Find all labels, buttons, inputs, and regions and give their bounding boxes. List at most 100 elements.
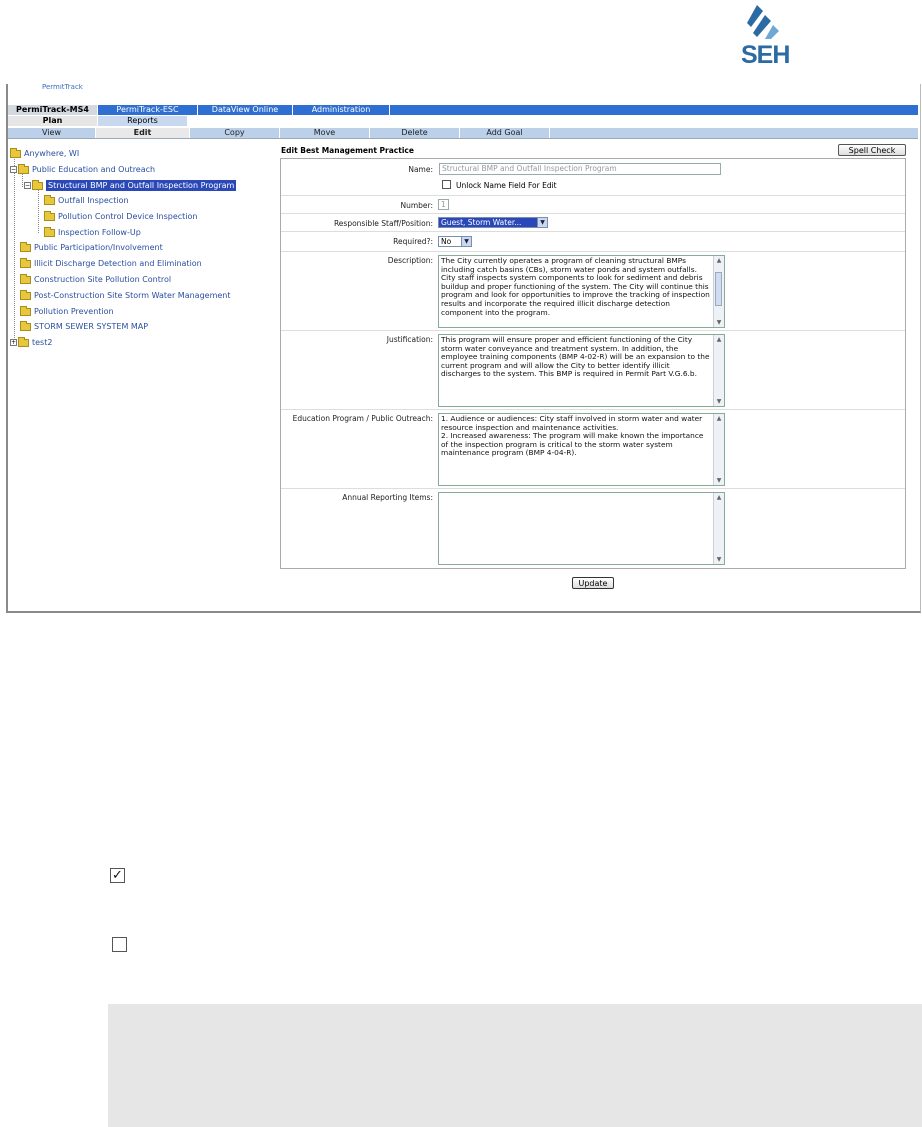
scroll-thumb[interactable]	[715, 272, 722, 306]
scroll-down-icon[interactable]: ▼	[714, 555, 724, 564]
logo-text: SEH	[741, 41, 790, 69]
folder-icon	[20, 273, 31, 284]
action-view[interactable]: View	[8, 128, 96, 138]
number-field[interactable]: 1	[438, 199, 449, 210]
form-title: Edit Best Management Practice	[281, 146, 414, 155]
tree-item-public-education[interactable]: − Public Education and Outreach	[10, 163, 156, 175]
action-copy[interactable]: Copy	[190, 128, 280, 138]
tree-item-post-construction[interactable]: Post-Construction Site Storm Water Manag…	[20, 289, 231, 301]
staff-row: Responsible Staff/Position: Guest, Storm…	[281, 214, 905, 232]
tab-permitrack-esc[interactable]: PermiTrack-ESC	[98, 105, 198, 115]
scroll-down-icon[interactable]: ▼	[714, 476, 724, 485]
folder-icon	[20, 320, 31, 331]
tree-item-label: Illicit Discharge Detection and Eliminat…	[34, 259, 202, 268]
brand-partial: PermitTrack	[42, 84, 83, 90]
tree-item-test2[interactable]: + test2	[10, 336, 53, 348]
tree-item-label: Public Education and Outreach	[32, 165, 156, 174]
tree-item-structural-bmp[interactable]: − Structural BMP and Outfall Inspection …	[24, 179, 237, 191]
tree-item-outfall-inspection[interactable]: Outfall Inspection	[44, 194, 129, 206]
education-text-line1: 1. Audience or audiences: City staff inv…	[441, 414, 703, 432]
description-textarea[interactable]: The City currently operates a program of…	[438, 255, 725, 328]
scroll-up-icon[interactable]: ▲	[714, 493, 724, 502]
action-delete[interactable]: Delete	[370, 128, 460, 138]
staff-select[interactable]: Guest, Storm Water... ▼	[438, 217, 548, 228]
tree-item-public-participation[interactable]: Public Participation/Involvement	[20, 241, 163, 253]
name-label: Name:	[408, 165, 433, 174]
description-label: Description:	[387, 256, 433, 265]
education-row: Education Program / Public Outreach: 1. …	[281, 410, 905, 489]
tree-item-construction-site[interactable]: Construction Site Pollution Control	[20, 273, 172, 285]
folder-icon	[44, 226, 55, 237]
scroll-up-icon[interactable]: ▲	[714, 414, 724, 423]
justification-textarea[interactable]: This program will ensure proper and effi…	[438, 334, 725, 407]
tree-item-illicit-discharge[interactable]: Illicit Discharge Detection and Eliminat…	[20, 257, 202, 269]
tree-item-pollution-control-device[interactable]: Pollution Control Device Inspection	[44, 210, 198, 222]
tab-permitrack-ms4[interactable]: PermiTrack-MS4	[8, 105, 98, 115]
tree-item-pollution-prevention[interactable]: Pollution Prevention	[20, 305, 114, 317]
seh-logo: SEH	[741, 5, 790, 69]
number-label: Number:	[400, 201, 433, 210]
annual-textarea[interactable]: ▲ ▼	[438, 492, 725, 565]
folder-icon	[20, 241, 31, 252]
required-select[interactable]: No ▼	[438, 236, 472, 247]
action-move[interactable]: Move	[280, 128, 370, 138]
tree-item-label: Public Participation/Involvement	[34, 243, 163, 252]
tree-item-label: Pollution Prevention	[34, 307, 114, 316]
tree-item-label: Pollution Control Device Inspection	[58, 212, 198, 221]
tree-item-inspection-follow-up[interactable]: Inspection Follow-Up	[44, 226, 141, 238]
folder-icon	[32, 179, 43, 190]
folder-icon	[20, 289, 31, 300]
scroll-up-icon[interactable]: ▲	[714, 256, 724, 265]
tab-administration[interactable]: Administration	[293, 105, 390, 115]
tree-item-label: test2	[32, 338, 53, 347]
tab-reports[interactable]: Reports	[98, 116, 188, 126]
spell-check-button[interactable]: Spell Check	[838, 144, 906, 156]
collapse-icon[interactable]: −	[10, 166, 17, 173]
annual-label: Annual Reporting Items:	[342, 493, 433, 502]
tree-item-label: Inspection Follow-Up	[58, 228, 141, 237]
chevron-down-icon: ▼	[461, 237, 471, 246]
product-tabs: PermiTrack-MS4 PermiTrack-ESC DataView O…	[8, 105, 918, 115]
scroll-up-icon[interactable]: ▲	[714, 335, 724, 344]
description-scrollbar[interactable]: ▲ ▼	[713, 256, 724, 327]
tree-item-label: Post-Construction Site Storm Water Manag…	[34, 291, 231, 300]
scroll-down-icon[interactable]: ▼	[714, 318, 724, 327]
chevron-down-icon: ▼	[537, 218, 547, 227]
unlock-name-checkbox[interactable]	[442, 180, 451, 189]
action-bar: View Edit Copy Move Delete Add Goal	[8, 128, 918, 139]
required-select-value: No	[441, 237, 452, 246]
tab-plan[interactable]: Plan	[8, 116, 98, 126]
module-tabs: Plan Reports	[8, 116, 918, 126]
tree-item-storm-sewer-map[interactable]: STORM SEWER SYSTEM MAP	[20, 320, 148, 332]
education-scrollbar[interactable]: ▲ ▼	[713, 414, 724, 485]
tree-item-label: Outfall Inspection	[58, 196, 129, 205]
number-row: Number: 1	[281, 196, 905, 214]
action-add-goal[interactable]: Add Goal	[460, 128, 550, 138]
justification-text: This program will ensure proper and effi…	[441, 335, 710, 379]
checked-checkbox-icon: ✓	[110, 868, 125, 883]
collapse-icon[interactable]: −	[24, 182, 31, 189]
update-button[interactable]: Update	[572, 577, 614, 589]
annual-scrollbar[interactable]: ▲ ▼	[713, 493, 724, 564]
name-row: Name: Structural BMP and Outfall Inspect…	[281, 159, 905, 196]
tree-root-label: Anywhere, WI	[24, 149, 80, 158]
tree-item-label-selected: Structural BMP and Outfall Inspection Pr…	[46, 180, 237, 191]
description-row: Description: The City currently operates…	[281, 252, 905, 331]
expand-icon[interactable]: +	[10, 339, 17, 346]
tab-dataview-online[interactable]: DataView Online	[198, 105, 293, 115]
name-field[interactable]: Structural BMP and Outfall Inspection Pr…	[439, 163, 721, 175]
folder-icon	[20, 305, 31, 316]
folder-icon	[44, 210, 55, 221]
required-row: Required?: No ▼	[281, 232, 905, 252]
staff-label: Responsible Staff/Position:	[333, 219, 433, 228]
tree-root[interactable]: Anywhere, WI	[10, 147, 80, 159]
education-textarea[interactable]: 1. Audience or audiences: City staff inv…	[438, 413, 725, 486]
justification-scrollbar[interactable]: ▲ ▼	[713, 335, 724, 406]
folder-icon	[10, 147, 21, 158]
tree-item-label: Construction Site Pollution Control	[34, 275, 172, 284]
unchecked-checkbox-icon	[112, 937, 127, 952]
folder-icon	[20, 257, 31, 268]
action-edit[interactable]: Edit	[96, 128, 190, 138]
edit-bmp-form: Name: Structural BMP and Outfall Inspect…	[280, 158, 906, 569]
scroll-down-icon[interactable]: ▼	[714, 397, 724, 406]
